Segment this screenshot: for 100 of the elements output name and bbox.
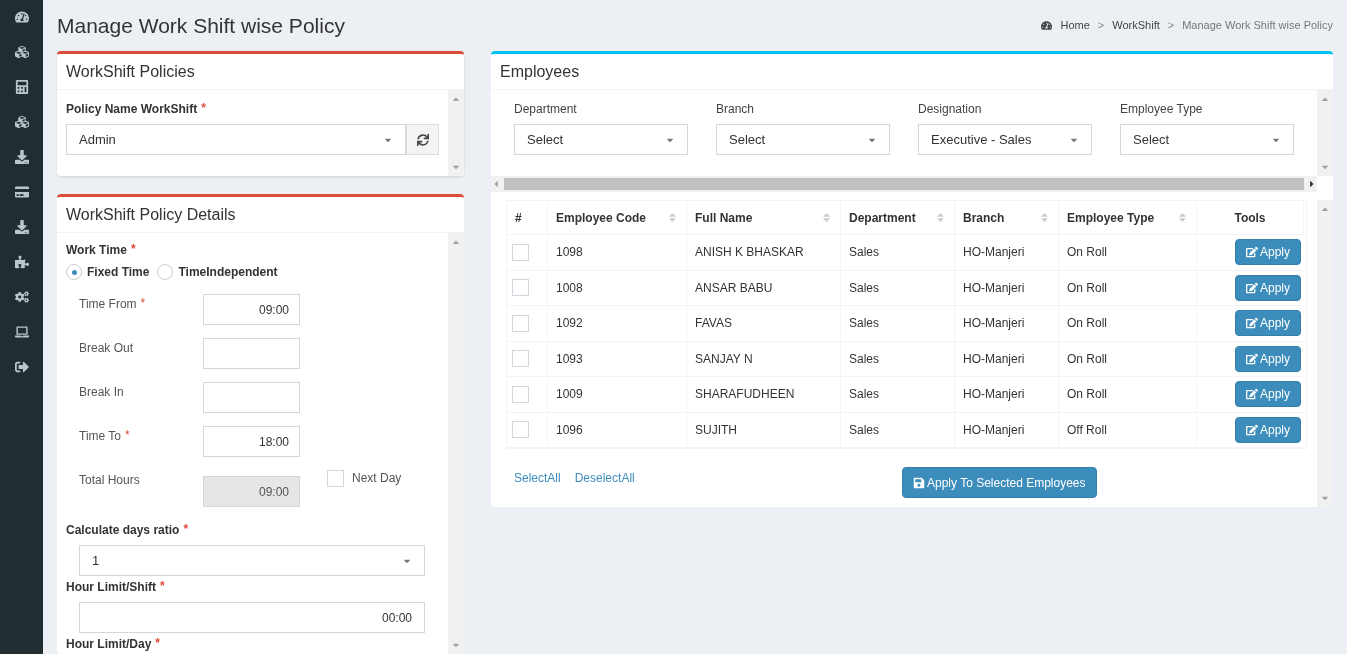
table-cell-text: ANSAR BABU	[695, 279, 773, 297]
edit-icon	[1245, 317, 1258, 330]
edit-icon	[1245, 423, 1258, 436]
edit-icon	[1245, 352, 1258, 365]
apply-button[interactable]: Apply	[1234, 310, 1301, 337]
table-cell-text: 1092	[556, 315, 583, 333]
download-icon[interactable]	[14, 220, 29, 234]
filter-label: Designation	[918, 101, 983, 118]
download-icon[interactable]	[14, 150, 29, 164]
edit-icon	[1245, 281, 1258, 294]
cubes-icon[interactable]	[14, 115, 29, 129]
apply-button[interactable]: Apply	[1234, 345, 1301, 372]
table-cell-text: HO-Manjeri	[963, 315, 1025, 333]
puzzle-icon[interactable]	[14, 255, 29, 269]
column-header-cell: Tools	[1197, 201, 1304, 234]
field-label: Policy Name WorkShift	[66, 102, 198, 116]
edit-icon	[1245, 246, 1258, 259]
table-cell-text: On Roll	[1067, 244, 1107, 262]
column-header-cell[interactable]: Branch	[955, 201, 1059, 234]
checkbox[interactable]	[327, 469, 344, 487]
field-label: Time To	[79, 429, 121, 443]
table-cell-text: 1008	[556, 279, 583, 297]
apply-button[interactable]: Apply	[1234, 274, 1301, 301]
table-cell-text: ANISH K BHASKAR	[695, 244, 804, 262]
scrollbar[interactable]	[448, 233, 464, 654]
time-field[interactable]	[203, 382, 300, 413]
table-cell-text: Sales	[849, 386, 880, 404]
sort-icon[interactable]	[667, 212, 678, 223]
table-cell-text: On Roll	[1067, 386, 1107, 404]
scrollbar[interactable]	[1317, 200, 1333, 507]
checkbox[interactable]	[512, 243, 529, 261]
panel-title: WorkShift Policy Details	[57, 197, 464, 233]
time-field[interactable]	[203, 338, 300, 369]
column-header-cell: #	[507, 201, 548, 234]
column-header-cell[interactable]: Full Name	[687, 201, 841, 234]
required-mark: *	[155, 636, 160, 650]
cubes-icon[interactable]	[14, 45, 29, 59]
select-link[interactable]: SelectAll	[514, 469, 561, 487]
field-label: Time From	[79, 297, 137, 311]
card-icon[interactable]	[14, 185, 29, 199]
table-cell-text: Sales	[849, 279, 880, 297]
table-cell-text: HO-Manjeri	[963, 421, 1025, 439]
select-field[interactable]: Select	[1120, 124, 1294, 155]
filter-label: Branch	[716, 101, 756, 118]
sort-icon[interactable]	[1177, 212, 1188, 223]
time-field[interactable]: 00:00	[79, 602, 425, 633]
calculator-icon[interactable]	[14, 80, 29, 94]
breadcrumb-link[interactable]: WorkShift	[1112, 17, 1160, 34]
select-field[interactable]: Select	[514, 124, 688, 155]
panel-title: Employees	[491, 54, 1333, 90]
filter-label: Employee Type	[1120, 101, 1204, 118]
checkbox-label: Next Day	[352, 470, 402, 487]
table-cell-text: 1098	[556, 244, 583, 262]
table-cell-text: 1096	[556, 421, 583, 439]
select-field[interactable]: 1	[79, 545, 425, 576]
checkbox[interactable]	[512, 385, 529, 403]
table-cell-text: On Roll	[1067, 279, 1107, 297]
breadcrumb-separator: >	[1167, 18, 1175, 34]
select-field[interactable]: Admin	[66, 124, 406, 155]
checkbox[interactable]	[512, 350, 529, 368]
table-cell-text: SUJITH	[695, 421, 737, 439]
time-field[interactable]: 18:00	[203, 426, 300, 457]
checkbox[interactable]	[512, 279, 529, 297]
apply-button[interactable]: Apply	[1234, 416, 1301, 443]
table-cell-text: 1093	[556, 350, 583, 368]
apply-button[interactable]: Apply	[1234, 239, 1301, 266]
field-label: Break In	[79, 385, 124, 399]
table-cell-text: Sales	[849, 244, 880, 262]
apply-selected-button[interactable]: Apply To Selected Employees	[902, 467, 1097, 498]
scrollbar[interactable]	[1317, 90, 1333, 176]
select-link[interactable]: DeselectAll	[574, 469, 635, 487]
apply-button[interactable]: Apply	[1234, 381, 1301, 408]
sort-icon[interactable]	[821, 212, 832, 223]
table-cell-text: On Roll	[1067, 315, 1107, 333]
table-cell-text: 1009	[556, 386, 583, 404]
save-icon	[913, 476, 925, 489]
column-header-cell[interactable]: Employee Type	[1059, 201, 1197, 234]
sort-icon[interactable]	[1039, 212, 1050, 223]
edit-icon	[1245, 388, 1258, 401]
sort-icon[interactable]	[935, 212, 946, 223]
sign-out-icon[interactable]	[14, 360, 29, 374]
breadcrumb-link[interactable]: Home	[1060, 17, 1090, 34]
select-field[interactable]: Executive - Sales	[918, 124, 1092, 155]
checkbox[interactable]	[512, 421, 529, 439]
dashboard-icon[interactable]	[14, 10, 29, 24]
select-field[interactable]: Select	[716, 124, 890, 155]
refresh-button[interactable]	[406, 124, 439, 155]
panel-title: WorkShift Policies	[57, 54, 464, 90]
dashboard-icon	[1041, 20, 1053, 31]
field-label: Work Time	[66, 243, 127, 257]
time-field[interactable]: 09:00	[203, 294, 300, 325]
column-header-cell[interactable]: Employee Code	[548, 201, 687, 234]
checkbox[interactable]	[512, 314, 529, 332]
cogs-icon[interactable]	[14, 290, 29, 304]
horizontal-scrollbar[interactable]	[491, 176, 1317, 192]
column-header-cell[interactable]: Department	[841, 201, 955, 234]
scrollbar[interactable]	[448, 90, 464, 176]
table-cell-text: Off Roll	[1067, 421, 1107, 439]
required-mark: *	[130, 242, 136, 256]
laptop-icon[interactable]	[14, 325, 29, 339]
